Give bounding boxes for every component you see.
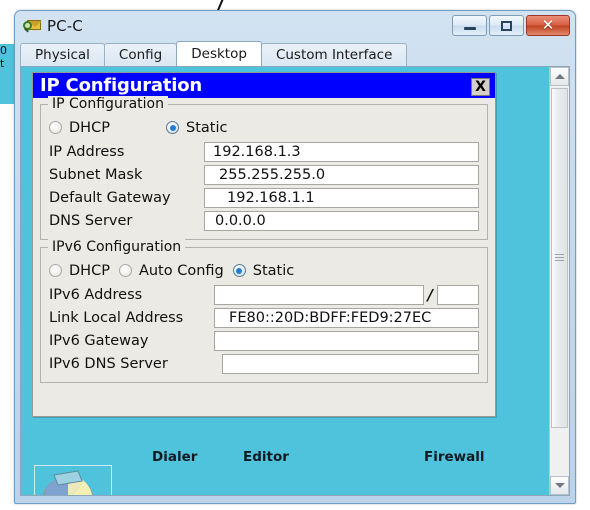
tab-physical-label: Physical xyxy=(35,47,90,63)
close-icon: ✕ xyxy=(541,16,555,34)
ipv4-group-legend: IP Configuration xyxy=(48,96,168,112)
subnet-mask-label: Subnet Mask xyxy=(49,166,143,183)
window-titlebar: PC-C ✕ xyxy=(15,11,575,41)
packet-tracer-pie-device-icon xyxy=(42,470,94,495)
scroll-down-arrow-icon xyxy=(554,483,565,488)
ipv6-group-legend: IPv6 Configuration xyxy=(48,239,186,255)
ipv6-gateway-input[interactable] xyxy=(214,330,479,351)
desktop-icon-cell[interactable] xyxy=(34,465,112,495)
ipv6-static-label: Static xyxy=(252,262,295,279)
scrollbar-grip-icon xyxy=(555,254,564,262)
tab-physical[interactable]: Physical xyxy=(20,43,105,66)
ipv6-mode-row: DHCP Auto Config Static xyxy=(49,259,479,282)
ip-address-input[interactable]: 192.168.1.3 xyxy=(204,141,479,162)
scroll-up-button[interactable] xyxy=(550,67,569,86)
tab-config-label: Config xyxy=(118,47,163,63)
window-title: PC-C xyxy=(47,17,83,35)
ipv6-dns-server-row: IPv6 DNS Server xyxy=(49,352,479,375)
ip-address-label: IP Address xyxy=(49,143,125,160)
ipv4-configuration-group: IP Configuration DHCP Static IP Address … xyxy=(40,96,488,240)
link-local-address-label: Link Local Address xyxy=(49,309,184,326)
ipv6-address-row: IPv6 Address / xyxy=(49,283,479,306)
ipv6-dhcp-radio[interactable] xyxy=(49,264,62,277)
ipv6-auto-config-label: Auto Config xyxy=(138,262,224,279)
tab-desktop-label: Desktop xyxy=(191,46,247,62)
device-icon xyxy=(23,17,43,35)
link-local-address-input[interactable]: FE80::20D:BDFF:FED9:27EC xyxy=(214,307,479,328)
ipv6-gateway-label: IPv6 Gateway xyxy=(49,332,149,349)
ipv6-prefix-length-input[interactable] xyxy=(437,284,479,305)
default-gateway-input[interactable]: 192.168.1.1 xyxy=(204,187,479,208)
subnet-mask-input[interactable]: 255.255.255.0 xyxy=(204,164,479,185)
desktop-label-firewall[interactable]: Firewall xyxy=(424,449,485,465)
ipv6-prefix-separator: / xyxy=(427,285,433,304)
vertical-scrollbar[interactable] xyxy=(549,67,569,495)
ip-configuration-dialog: IP Configuration X IP Configuration DHCP… xyxy=(32,72,496,417)
ip-address-row: IP Address 192.168.1.3 xyxy=(49,140,479,163)
dialog-body: IP Configuration DHCP Static IP Address … xyxy=(33,96,495,396)
default-gateway-row: Default Gateway 192.168.1.1 xyxy=(49,186,479,209)
tab-custom-interface-label: Custom Interface xyxy=(275,47,393,63)
close-button[interactable]: ✕ xyxy=(526,15,570,36)
link-local-address-row: Link Local Address FE80::20D:BDFF:FED9:2… xyxy=(49,306,479,329)
ipv6-dns-server-input[interactable] xyxy=(222,353,479,374)
tab-strip: Physical Config Desktop Custom Interface xyxy=(20,41,575,66)
tab-config[interactable]: Config xyxy=(103,43,178,66)
window-controls: ✕ xyxy=(452,15,570,36)
ipv6-dns-server-label: IPv6 DNS Server xyxy=(49,355,168,372)
maximize-button[interactable] xyxy=(489,15,524,36)
tab-desktop[interactable]: Desktop xyxy=(176,41,262,66)
dialog-titlebar: IP Configuration X xyxy=(33,73,495,98)
ipv6-gateway-row: IPv6 Gateway xyxy=(49,329,479,352)
minimize-button[interactable] xyxy=(452,15,487,36)
scrollbar-thumb[interactable] xyxy=(551,88,568,428)
ipv6-address-input[interactable] xyxy=(214,284,424,305)
screenshot-root: 0 t PC-C ✕ Physical Config Desktop Custo… xyxy=(0,0,590,510)
desktop-panel: Dialer Editor Firewall IP Configuration … xyxy=(20,66,570,496)
ipv4-dhcp-label: DHCP xyxy=(69,119,110,136)
subnet-mask-row: Subnet Mask 255.255.255.0 xyxy=(49,163,479,186)
dns-server-row: DNS Server 0.0.0.0 xyxy=(49,209,479,232)
dialog-close-button[interactable]: X xyxy=(471,78,490,96)
background-clipped-text: 0 t xyxy=(0,44,14,70)
ipv6-configuration-group: IPv6 Configuration DHCP Auto Config Stat… xyxy=(40,239,488,383)
desktop-label-dialer[interactable]: Dialer xyxy=(152,449,197,465)
scroll-up-arrow-icon xyxy=(554,74,565,79)
pc-c-window: PC-C ✕ Physical Config Desktop Custom In… xyxy=(14,10,576,504)
ipv4-static-radio[interactable] xyxy=(166,121,179,134)
scroll-down-button[interactable] xyxy=(550,476,569,495)
background-text-line-2: t xyxy=(0,57,5,70)
ipv4-static-label: Static xyxy=(186,119,228,136)
dns-server-label: DNS Server xyxy=(49,212,133,229)
tab-custom-interface[interactable]: Custom Interface xyxy=(260,43,408,66)
default-gateway-label: Default Gateway xyxy=(49,189,171,206)
dialog-title: IP Configuration xyxy=(40,75,203,96)
ipv4-dhcp-radio[interactable] xyxy=(49,121,62,134)
desktop-label-editor[interactable]: Editor xyxy=(243,449,289,465)
ipv6-dhcp-label: DHCP xyxy=(69,262,110,279)
maximize-icon xyxy=(501,20,512,31)
minimize-icon xyxy=(463,26,476,30)
background-text-line-1: 0 xyxy=(0,44,7,57)
dns-server-input[interactable]: 0.0.0.0 xyxy=(204,210,479,231)
ipv6-auto-config-radio[interactable] xyxy=(118,264,132,277)
ipv4-mode-row: DHCP Static xyxy=(49,116,479,139)
ipv6-address-label: IPv6 Address xyxy=(49,286,143,303)
ipv6-static-radio[interactable] xyxy=(232,264,246,277)
